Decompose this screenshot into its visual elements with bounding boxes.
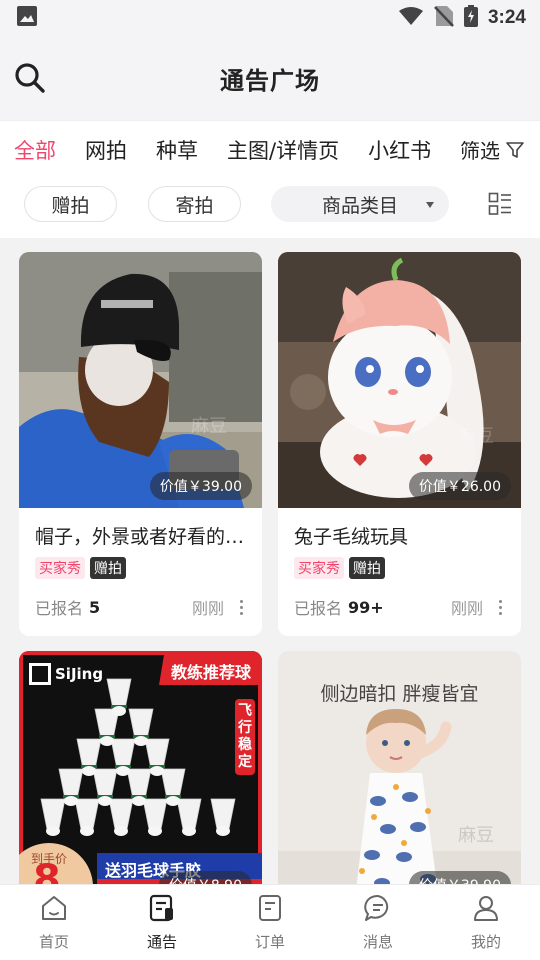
card-title: 帽子，外景或者好看的内景 [35,526,246,548]
search-icon [15,63,45,93]
bottom-nav: 首页 通告 订单 消息 我的 [0,884,540,960]
nav-message[interactable]: 消息 [324,885,432,960]
nav-home[interactable]: 首页 [0,885,108,960]
price-badge: 价值￥39.00 [149,472,252,500]
header: 通告广场 [0,36,540,120]
tag-buyer-show: 买家秀 [35,557,85,579]
filter-label: 筛选 [460,139,500,163]
notice-card[interactable]: 麻豆 价值￥39.00 帽子，外景或者好看的内景 买家秀 赠拍 已报名 5 刚刚 [19,252,262,636]
nav-home-label: 首页 [38,933,69,951]
signup-count: 99+ [348,597,384,617]
price-badge: 价值￥8.90 [158,871,252,884]
filter-button[interactable]: 筛选 [460,135,524,164]
gallery-notification-icon [16,5,38,31]
price-badge: 价值￥26.00 [408,472,511,500]
tab-xiaohongshu[interactable]: 小红书 [368,135,431,165]
card-title: 兔子毛绒玩具 [294,526,409,548]
product-image: 麻豆 价值￥26.00 [278,252,521,508]
svg-text:麻豆: 麻豆 [191,416,227,437]
more-options-icon[interactable] [236,599,246,615]
no-sim-icon [434,5,454,31]
post-time: 刚刚 [450,599,483,618]
nav-notice[interactable]: 通告 [108,885,216,960]
product-image: SiJing 教练推荐球 飞行稳定 到手价 8 送羽毛球手胶 价值￥8.90 [19,651,262,884]
side-label: 飞行稳定 [238,703,252,770]
tag-gift-shoot: 赠拍 [90,557,126,579]
tab-all[interactable]: 全部 [14,135,56,165]
message-icon [364,894,389,921]
nav-profile[interactable]: 我的 [432,885,540,960]
signup-label: 已报名 [35,599,84,618]
nav-notice-label: 通告 [146,933,177,951]
price-badge: 价值￥39.90 [408,871,511,884]
battery-charging-icon [463,5,478,31]
category-dropdown[interactable]: 商品类目 [271,186,449,222]
status-bar: 3:24 [0,0,540,36]
signup-count: 5 [89,597,101,617]
order-icon [259,895,281,921]
nav-message-label: 消息 [362,933,393,951]
svg-text:麻豆: 麻豆 [458,426,494,447]
banner-label: 教练推荐球 [171,663,252,682]
wifi-icon [398,6,424,30]
chip-gift-shoot[interactable]: 赠拍 [24,186,117,222]
tag-gift-shoot: 赠拍 [349,557,385,579]
more-options-icon[interactable] [495,599,505,615]
notice-card[interactable]: 麻豆 侧边暗扣 胖瘦皆宜 价值￥39.90 [278,651,521,884]
tag-buyer-show: 买家秀 [294,557,344,579]
nav-order-label: 订单 [254,933,285,951]
notice-card[interactable]: SiJing 教练推荐球 飞行稳定 到手价 8 送羽毛球手胶 价值￥8.90 [19,651,262,884]
nav-order[interactable]: 订单 [216,885,324,960]
product-image: 麻豆 价值￥39.00 [19,252,262,508]
category-dropdown-label: 商品类目 [321,194,398,217]
post-time: 刚刚 [191,599,224,618]
list-layout-icon [488,192,511,215]
tab-main-image-detail[interactable]: 主图/详情页 [227,135,339,165]
home-icon [42,896,66,920]
status-time: 3:24 [487,7,526,28]
product-image: 麻豆 侧边暗扣 胖瘦皆宜 价值￥39.90 [278,651,521,884]
brand-label: SiJing [55,665,104,683]
search-button[interactable] [12,60,48,96]
caret-down-icon [426,202,434,208]
filter-chips: 赠拍 寄拍 商品类目 [0,178,540,238]
funnel-icon [506,141,524,158]
layout-toggle-button[interactable] [488,192,512,216]
page-title: 通告广场 [220,66,320,95]
notice-icon [149,894,173,922]
chip-mail-shoot[interactable]: 寄拍 [148,186,241,222]
image-caption: 侧边暗扣 胖瘦皆宜 [320,683,479,705]
nav-profile-label: 我的 [470,933,501,951]
tab-online-shoot[interactable]: 网拍 [85,135,127,165]
signup-label: 已报名 [294,599,343,618]
notice-card[interactable]: 麻豆 价值￥26.00 兔子毛绒玩具 买家秀 赠拍 已报名 99+ 刚刚 [278,252,521,636]
deal-price-digit: 8 [33,857,61,884]
tab-recommend[interactable]: 种草 [156,135,198,165]
svg-text:麻豆: 麻豆 [458,825,494,846]
profile-icon [474,896,498,921]
category-tabs: 全部 网拍 种草 主图/详情页 小红书 筛选 [0,120,540,178]
notice-grid: 麻豆 价值￥39.00 帽子，外景或者好看的内景 买家秀 赠拍 已报名 5 刚刚 [0,238,540,884]
